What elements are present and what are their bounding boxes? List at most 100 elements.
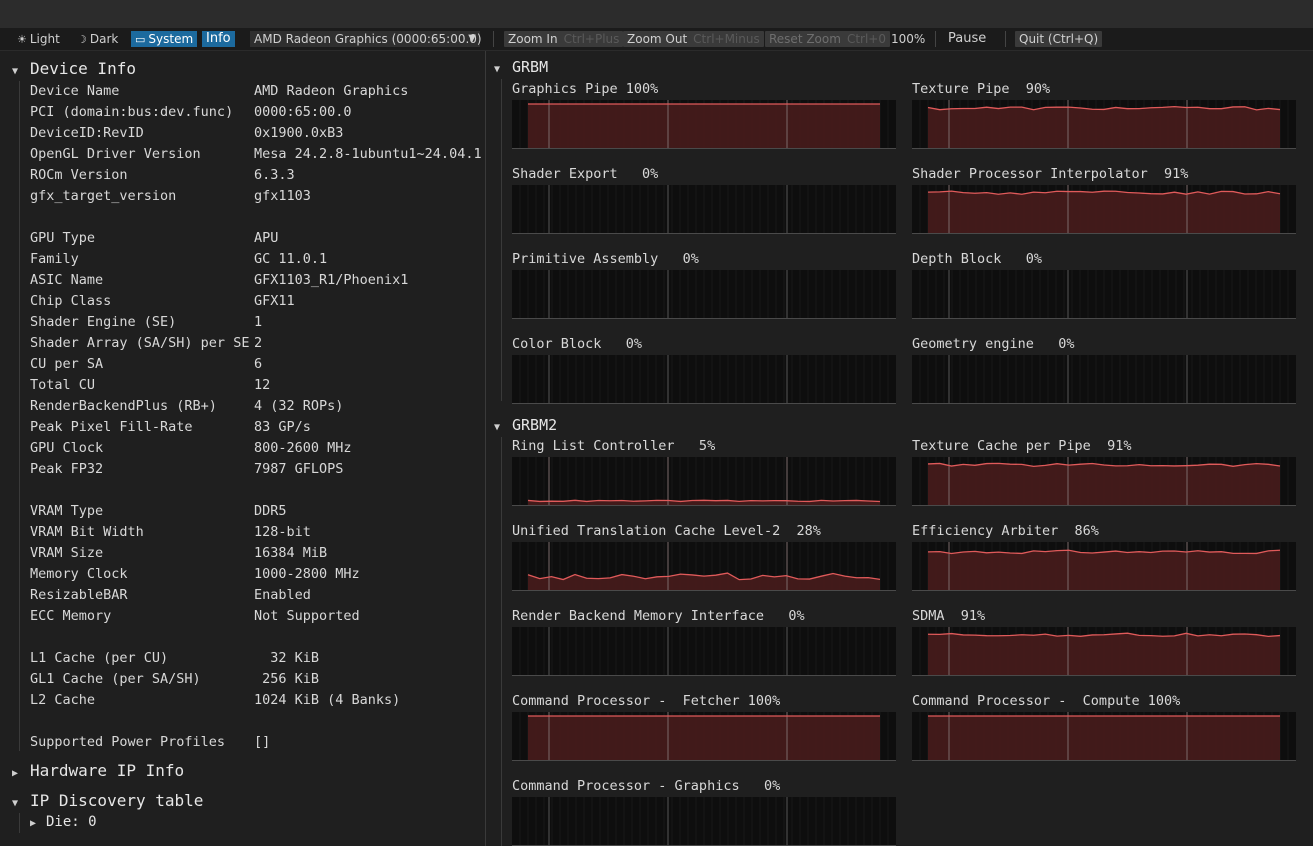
info-key: GL1 Cache (per SA/SH) — [30, 671, 201, 687]
reset-zoom-shortcut: Ctrl+0 — [846, 32, 886, 46]
info-key: GPU Clock — [30, 440, 104, 456]
info-value: AMD Radeon Graphics — [254, 83, 409, 99]
usage-graph — [512, 355, 896, 404]
info-key: Shader Array (SA/SH) per SE — [30, 335, 250, 351]
graph-label: Command Processor - Fetcher 100% — [512, 693, 781, 709]
grbm2-header[interactable]: ▼ GRBM2 — [494, 416, 557, 434]
zoom-out-label: Zoom Out — [627, 32, 688, 46]
info-key: GPU Type — [30, 230, 96, 246]
info-key: Peak Pixel Fill-Rate — [30, 419, 193, 435]
info-value: 16384 MiB — [254, 545, 328, 561]
toolbar-separator — [493, 31, 494, 47]
zoom-out-button[interactable]: Zoom Out Ctrl+Minus — [623, 31, 764, 47]
info-key: Total CU — [30, 377, 96, 393]
usage-graph — [912, 712, 1296, 761]
info-value: 0x1900.0xB3 — [254, 125, 344, 141]
tree-indent-line — [19, 81, 20, 751]
grbm2-title: GRBM2 — [512, 416, 558, 434]
info-key: RenderBackendPlus (RB+) — [30, 398, 217, 414]
info-value: 800-2600 MHz — [254, 440, 352, 456]
reset-zoom-button[interactable]: Reset Zoom Ctrl+0 — [765, 31, 890, 47]
usage-graph — [912, 457, 1296, 506]
theme-system-label: System — [148, 32, 194, 46]
theme-dark-option[interactable]: ☽ Dark — [77, 31, 118, 47]
theme-light-option[interactable]: ☀ Light — [17, 31, 60, 47]
info-value: 83 GP/s — [254, 419, 311, 435]
hardware-ip-header[interactable]: ▶ Hardware IP Info — [12, 761, 184, 780]
ip-discovery-title: IP Discovery table — [30, 791, 204, 810]
device-info-title: Device Info — [30, 59, 136, 78]
triangle-down-icon: ▼ — [12, 798, 19, 809]
info-key: CU per SA — [30, 356, 104, 372]
usage-graph — [512, 797, 896, 846]
graph-label: Efficiency Arbiter 86% — [912, 523, 1099, 539]
triangle-right-icon: ▶ — [30, 818, 37, 829]
theme-system-option[interactable]: ▭ System — [131, 31, 198, 47]
zoom-in-shortcut: Ctrl+Plus — [563, 32, 620, 46]
info-value: 6 — [254, 356, 263, 372]
info-value: DDR5 — [254, 503, 287, 519]
hardware-ip-title: Hardware IP Info — [30, 761, 185, 780]
info-key: VRAM Size — [30, 545, 104, 561]
usage-graph — [512, 100, 896, 149]
info-value: 6.3.3 — [254, 167, 295, 183]
device-info-header[interactable]: ▼ Device Info — [12, 59, 136, 78]
theme-light-label: Light — [29, 32, 60, 46]
info-key: ECC Memory — [30, 608, 112, 624]
toolbar-separator — [1005, 31, 1006, 47]
zoom-in-button[interactable]: Zoom In Ctrl+Plus — [504, 31, 624, 47]
info-value: 7987 GFLOPS — [254, 461, 344, 477]
info-value: APU — [254, 230, 279, 246]
device-info-panel: ▼ Device Info Device Name AMD Radeon Graph… — [0, 51, 485, 846]
usage-graph — [912, 355, 1296, 404]
graph-label: Geometry engine 0% — [912, 336, 1075, 352]
usage-graph — [512, 542, 896, 591]
toolbar-separator — [935, 31, 936, 47]
quit-button[interactable]: Quit (Ctrl+Q) — [1015, 31, 1103, 47]
usage-graph — [912, 185, 1296, 234]
top-toolbar: ☀ Light ☽ Dark ▭ System Info AMD Radeon Gra… — [0, 28, 1313, 51]
die-0-node[interactable]: ▶ Die: 0 — [30, 814, 97, 830]
usage-graph — [512, 185, 896, 234]
graph-label: Color Block 0% — [512, 336, 643, 352]
usage-graph — [512, 712, 896, 761]
panel-divider[interactable] — [485, 51, 486, 846]
info-key: L2 Cache — [30, 692, 96, 708]
info-value: gfx1103 — [254, 188, 311, 204]
info-key: Family — [30, 251, 79, 267]
tab-info[interactable]: Info — [202, 31, 235, 47]
gpu-select[interactable]: AMD Radeon Graphics (0000:65:00.0) ▼ — [250, 31, 482, 47]
info-value: GC 11.0.1 — [254, 251, 328, 267]
chevron-down-icon: ▼ — [468, 33, 476, 44]
tree-indent-line — [19, 813, 20, 833]
info-value: 32 KiB — [254, 650, 320, 666]
activity-panel: ▼ GRBM Graphics Pipe 100% Texture Pipe 90%… — [490, 51, 1313, 846]
info-value: 128-bit — [254, 524, 311, 540]
info-key: ASIC Name — [30, 272, 104, 288]
graph-label: Graphics Pipe 100% — [512, 81, 659, 97]
info-value: 12 — [254, 377, 271, 393]
graph-label: Unified Translation Cache Level-2 28% — [512, 523, 821, 539]
grbm-header[interactable]: ▼ GRBM — [494, 58, 548, 76]
ip-discovery-header[interactable]: ▼ IP Discovery table — [12, 791, 203, 810]
info-key: ROCm Version — [30, 167, 128, 183]
graph-label: Primitive Assembly 0% — [512, 251, 699, 267]
usage-graph — [912, 542, 1296, 591]
info-value: 1000-2800 MHz — [254, 566, 360, 582]
info-key: Supported Power Profiles — [30, 734, 226, 750]
zoom-in-label: Zoom In — [508, 32, 558, 46]
usage-graph — [912, 100, 1296, 149]
graph-label: Depth Block 0% — [912, 251, 1043, 267]
triangle-right-icon: ▶ — [12, 768, 19, 779]
info-value: GFX11 — [254, 293, 295, 309]
info-value: 1024 KiB (4 Banks) — [254, 692, 401, 708]
info-value: Not Supported — [254, 608, 360, 624]
info-key: OpenGL Driver Version — [30, 146, 201, 162]
moon-icon: ☽ — [77, 33, 87, 46]
pause-button[interactable]: Pause — [948, 31, 986, 47]
info-key: Device Name — [30, 83, 120, 99]
window-titlebar — [0, 0, 1313, 28]
info-value: [] — [254, 734, 271, 750]
info-value: 0000:65:00.0 — [254, 104, 352, 120]
info-key: VRAM Bit Width — [30, 524, 144, 540]
